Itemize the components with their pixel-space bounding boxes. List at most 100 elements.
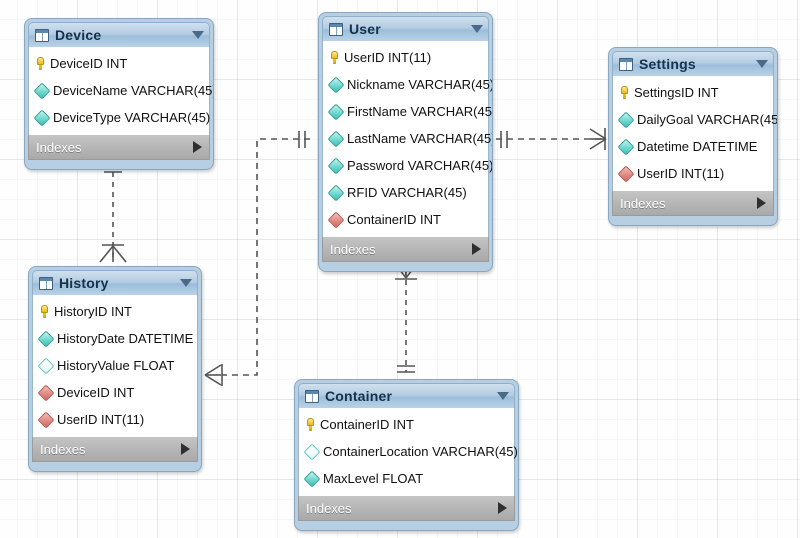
column-row[interactable]: Nickname VARCHAR(45) bbox=[323, 71, 492, 98]
column-row[interactable]: FirstName VARCHAR(45) bbox=[323, 98, 492, 125]
table-footer-strip bbox=[32, 462, 198, 471]
column-label: RFID VARCHAR(45) bbox=[347, 185, 467, 200]
column-row[interactable]: ContainerID INT bbox=[323, 206, 488, 233]
table-user-columns: UserID INT(11) Nickname VARCHAR(45) Firs… bbox=[322, 41, 492, 237]
table-footer-strip bbox=[298, 521, 515, 530]
chevron-down-icon[interactable] bbox=[471, 25, 483, 33]
column-label: DeviceType VARCHAR(45) bbox=[53, 110, 211, 125]
indexes-label: Indexes bbox=[330, 241, 376, 257]
table-device[interactable]: Device DeviceID INT DeviceName VARCHAR(4… bbox=[24, 18, 214, 170]
column-row[interactable]: UserID INT(11) bbox=[33, 406, 197, 433]
table-icon bbox=[619, 57, 633, 71]
column-label: LastName VARCHAR(45) bbox=[347, 131, 493, 146]
chevron-right-icon[interactable] bbox=[757, 197, 766, 209]
table-user-titlebar[interactable]: User bbox=[322, 16, 489, 41]
column-row[interactable]: HistoryID INT bbox=[33, 298, 197, 325]
chevron-down-icon[interactable] bbox=[192, 31, 204, 39]
relationship-container-user bbox=[393, 261, 419, 373]
indexes-label: Indexes bbox=[620, 195, 666, 211]
column-row[interactable]: DeviceName VARCHAR(45) bbox=[29, 77, 213, 104]
column-label: UserID INT(11) bbox=[637, 166, 725, 181]
column-label: UserID INT(11) bbox=[344, 50, 432, 65]
eer-diagram-canvas[interactable]: Device DeviceID INT DeviceName VARCHAR(4… bbox=[0, 0, 800, 538]
chevron-right-icon[interactable] bbox=[498, 502, 507, 514]
table-history-name: History bbox=[59, 275, 109, 291]
column-label: ContainerLocation VARCHAR(45) bbox=[323, 444, 518, 459]
table-icon bbox=[305, 389, 319, 403]
column-row[interactable]: SettingsID INT bbox=[613, 79, 773, 106]
column-diamond-icon bbox=[303, 443, 321, 460]
primary-key-icon bbox=[36, 57, 45, 70]
column-row[interactable]: DailyGoal VARCHAR(45) bbox=[613, 106, 777, 133]
table-user-name: User bbox=[349, 21, 381, 37]
table-settings-titlebar[interactable]: Settings bbox=[612, 51, 774, 76]
column-label: DeviceID INT bbox=[57, 385, 135, 400]
table-device-indexes-bar[interactable]: Indexes bbox=[28, 135, 210, 160]
chevron-down-icon[interactable] bbox=[756, 60, 768, 68]
table-device-titlebar[interactable]: Device bbox=[28, 22, 210, 47]
column-row[interactable]: HistoryDate DATETIME bbox=[33, 325, 197, 352]
column-diamond-icon bbox=[327, 76, 345, 93]
column-row[interactable]: ContainerLocation VARCHAR(45) bbox=[299, 438, 518, 465]
table-history-columns: HistoryID INT HistoryDate DATETIME Histo… bbox=[32, 295, 198, 437]
table-settings-name: Settings bbox=[639, 56, 696, 72]
column-label: Nickname VARCHAR(45) bbox=[347, 77, 493, 92]
column-row[interactable]: UserID INT(11) bbox=[613, 160, 773, 187]
column-row[interactable]: ContainerID INT bbox=[299, 411, 514, 438]
column-row[interactable]: DeviceType VARCHAR(45) bbox=[29, 104, 211, 131]
column-diamond-icon bbox=[303, 470, 321, 487]
table-settings[interactable]: Settings SettingsID INT DailyGoal VARCHA… bbox=[608, 47, 778, 226]
table-container-indexes-bar[interactable]: Indexes bbox=[298, 496, 515, 521]
table-history[interactable]: History HistoryID INT HistoryDate DATETI… bbox=[28, 266, 202, 472]
chevron-right-icon[interactable] bbox=[193, 141, 202, 153]
table-history-indexes-bar[interactable]: Indexes bbox=[32, 437, 198, 462]
indexes-label: Indexes bbox=[36, 139, 82, 155]
column-diamond-icon bbox=[33, 82, 51, 99]
column-diamond-icon bbox=[33, 109, 51, 126]
column-diamond-icon bbox=[327, 103, 345, 120]
table-footer-strip bbox=[612, 216, 774, 225]
table-user[interactable]: User UserID INT(11) Nickname VARCHAR(45)… bbox=[318, 12, 493, 272]
column-label: FirstName VARCHAR(45) bbox=[347, 104, 493, 119]
chevron-down-icon[interactable] bbox=[180, 279, 192, 287]
chevron-right-icon[interactable] bbox=[181, 443, 190, 455]
column-row[interactable]: Datetime DATETIME bbox=[613, 133, 773, 160]
chevron-down-icon[interactable] bbox=[497, 392, 509, 400]
table-user-indexes-bar[interactable]: Indexes bbox=[322, 237, 489, 262]
column-row[interactable]: DeviceID INT bbox=[29, 50, 209, 77]
table-icon bbox=[39, 276, 53, 290]
primary-key-icon bbox=[40, 305, 49, 318]
table-device-name: Device bbox=[55, 27, 102, 43]
column-label: ContainerID INT bbox=[347, 212, 441, 227]
foreign-key-diamond-icon bbox=[327, 211, 345, 228]
table-settings-columns: SettingsID INT DailyGoal VARCHAR(45) Dat… bbox=[612, 76, 777, 191]
column-label: HistoryDate DATETIME bbox=[57, 331, 194, 346]
column-label: SettingsID INT bbox=[634, 85, 719, 100]
primary-key-icon bbox=[306, 418, 315, 431]
table-container[interactable]: Container ContainerID INT ContainerLocat… bbox=[294, 379, 519, 531]
table-icon bbox=[329, 22, 343, 36]
column-label: HistoryValue FLOAT bbox=[57, 358, 175, 373]
indexes-label: Indexes bbox=[40, 441, 86, 457]
column-row[interactable]: UserID INT(11) bbox=[323, 44, 488, 71]
column-label: DailyGoal VARCHAR(45) bbox=[637, 112, 778, 127]
column-row[interactable]: RFID VARCHAR(45) bbox=[323, 179, 488, 206]
table-settings-indexes-bar[interactable]: Indexes bbox=[612, 191, 774, 216]
table-footer-strip bbox=[28, 160, 210, 169]
column-label: DeviceName VARCHAR(45) bbox=[53, 83, 214, 98]
column-label: Password VARCHAR(45) bbox=[347, 158, 493, 173]
column-row[interactable]: HistoryValue FLOAT bbox=[33, 352, 197, 379]
column-row[interactable]: DeviceID INT bbox=[33, 379, 197, 406]
table-container-titlebar[interactable]: Container bbox=[298, 383, 515, 408]
column-row[interactable]: MaxLevel FLOAT bbox=[299, 465, 514, 492]
column-diamond-icon bbox=[327, 184, 345, 201]
table-history-titlebar[interactable]: History bbox=[32, 270, 198, 295]
column-row[interactable]: LastName VARCHAR(45) bbox=[323, 125, 492, 152]
column-row[interactable]: Password VARCHAR(45) bbox=[323, 152, 492, 179]
chevron-right-icon[interactable] bbox=[472, 243, 481, 255]
primary-key-icon bbox=[620, 86, 629, 99]
table-container-name: Container bbox=[325, 388, 393, 404]
indexes-label: Indexes bbox=[306, 500, 352, 516]
foreign-key-diamond-icon bbox=[37, 411, 55, 428]
primary-key-icon bbox=[330, 51, 339, 64]
